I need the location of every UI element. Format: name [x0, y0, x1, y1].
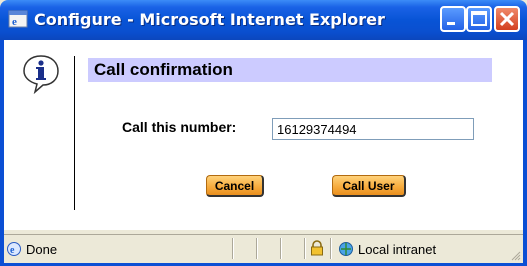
- cancel-button[interactable]: Cancel: [206, 175, 264, 197]
- call-user-button[interactable]: Call User: [332, 175, 406, 197]
- minimize-button[interactable]: [440, 6, 466, 32]
- dialog-content: Call confirmation Call this number: Canc…: [4, 40, 523, 230]
- status-separator: [232, 238, 234, 259]
- maximize-button[interactable]: [466, 6, 492, 32]
- status-separator: [330, 238, 332, 259]
- dialog-heading: Call confirmation: [94, 60, 233, 79]
- status-separator: [256, 238, 258, 259]
- phone-number-input[interactable]: [272, 118, 474, 140]
- info-icon: [23, 55, 59, 94]
- resize-grip-icon[interactable]: [511, 251, 521, 261]
- ie-logo-icon: e: [8, 10, 28, 28]
- status-separator: [280, 238, 282, 259]
- ie-page-icon: e: [7, 242, 21, 256]
- status-bar: e Done Local intranet: [4, 234, 523, 263]
- minimize-icon: [447, 22, 455, 25]
- intranet-icon: [339, 242, 353, 256]
- svg-text:e: e: [12, 16, 17, 28]
- ie-window: e Configure - Microsoft Internet Explore…: [0, 0, 527, 266]
- close-icon: [499, 11, 515, 27]
- phone-number-label: Call this number:: [122, 119, 237, 135]
- status-separator: [304, 238, 306, 259]
- close-button[interactable]: [494, 6, 520, 32]
- maximize-icon: [471, 11, 487, 26]
- security-zone-text: Local intranet: [358, 242, 437, 257]
- svg-text:e: e: [10, 245, 15, 256]
- divider-line: [74, 56, 75, 210]
- lock-icon: [311, 240, 323, 256]
- status-text: Done: [26, 242, 58, 257]
- window-title: Configure - Microsoft Internet Explorer: [34, 10, 385, 29]
- title-bar[interactable]: e Configure - Microsoft Internet Explore…: [0, 0, 527, 40]
